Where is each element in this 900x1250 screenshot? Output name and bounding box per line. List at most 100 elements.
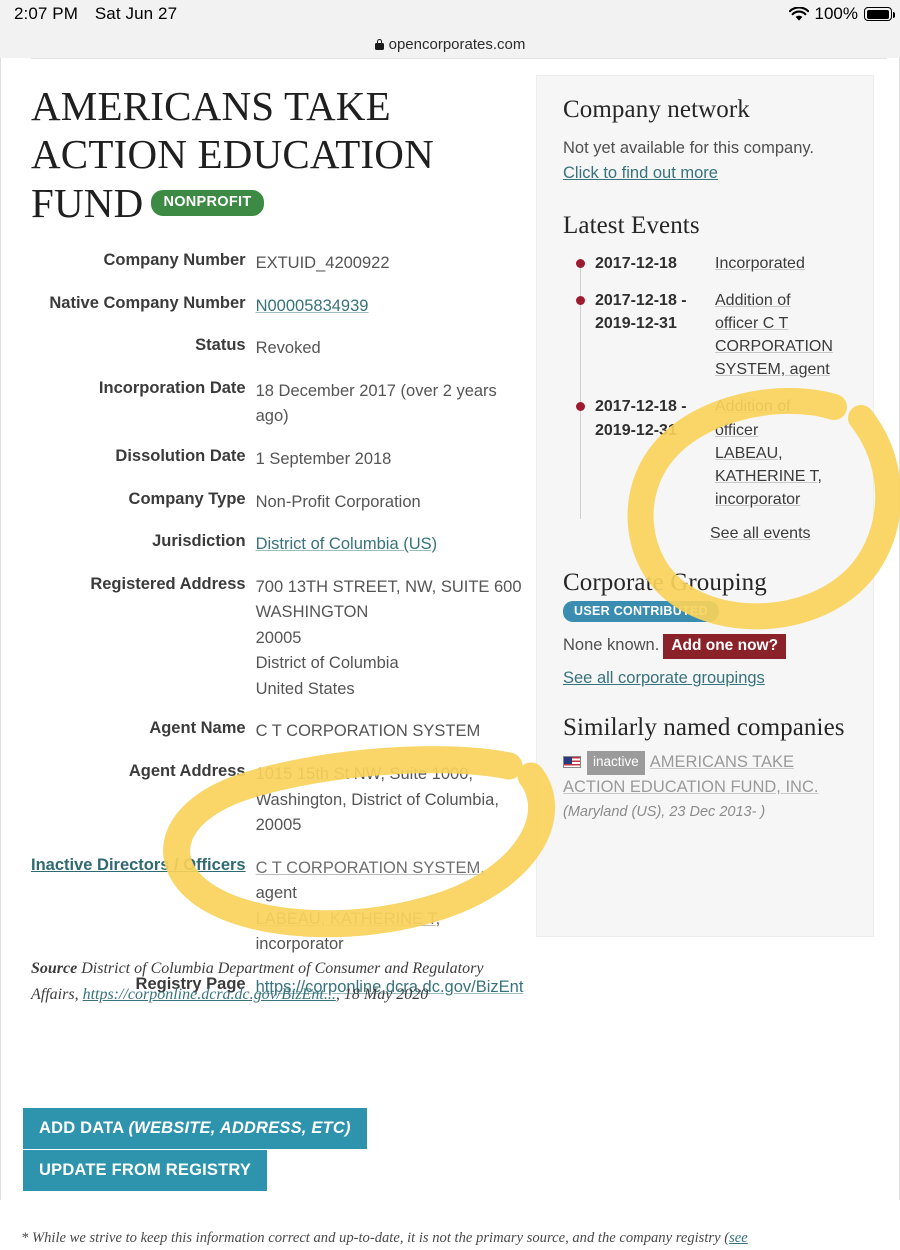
battery-percent-label: 100% (814, 4, 858, 23)
company-network-heading: Company network (563, 96, 750, 123)
attribute-value-link[interactable]: District of Columbia (US) (256, 535, 438, 553)
us-flag-icon (563, 756, 581, 769)
attribute-value: EXTUID_4200922 (255, 254, 390, 273)
event-item: 2017-12-18 - 2019-12-31 Addition of offic… (563, 395, 851, 511)
web-page: AMERICANS TAKE ACTION EDUCATION FUND NONP… (0, 58, 900, 1246)
latest-events-list: 2017-12-18 Incorporated 2017-12-18 - 2019-… (563, 252, 851, 544)
battery-full-icon (864, 7, 895, 21)
lock-icon (374, 38, 384, 50)
attribute-value: 700 13TH STREET, NW, SUITE 600 WASHINGTON… (255, 577, 522, 698)
attribute-row: Native Company Number N00005834939 (31, 294, 523, 337)
add-data-button[interactable]: ADD DATA (WEBSITE, ADDRESS, ETC) (23, 1108, 367, 1149)
sidebar-panel: Company network Not yet available for th… (536, 75, 874, 937)
attribute-label: Jurisdiction (152, 532, 246, 551)
attribute-value: C T CORPORATION SYSTEM (255, 722, 481, 741)
event-dot-icon (576, 402, 585, 412)
user-contributed-badge: USER CONTRIBUTED (563, 601, 719, 623)
attribute-value[interactable]: District of Columbia (US) (256, 532, 524, 575)
event-date: 2017-12-18 - 2019-12-31 (595, 398, 687, 439)
event-item: 2017-12-18 Incorporated (563, 252, 851, 275)
event-date: 2017-12-18 - 2019-12-31 (595, 291, 687, 332)
footnote-link[interactable]: see (729, 1230, 748, 1246)
attribute-label: Native Company Number (49, 293, 246, 312)
inactive-officers-label-link[interactable]: Inactive Directors / Officers (31, 856, 246, 874)
url-text: opencorporates.com (388, 35, 526, 53)
event-dot-icon (576, 258, 585, 268)
corporate-grouping-heading: Corporate Grouping (563, 569, 767, 597)
officer-name-link[interactable]: LABEAU, KATHERINE T (256, 910, 436, 928)
source-label: Source (31, 960, 78, 977)
attribute-value: Non-Profit Corporation (255, 492, 421, 511)
attribute-value: Revoked (255, 339, 321, 358)
footnote-text: * While we strive to keep this informati… (21, 1230, 730, 1246)
attribute-row: Status Revoked (31, 336, 523, 379)
attribute-value: 18 December 2017 (over 2 years ago) (255, 381, 497, 426)
event-date: 2017-12-18 (595, 254, 677, 272)
attribute-row: Agent Name C T CORPORATION SYSTEM (31, 719, 523, 762)
source-date: 18 May 2020 (343, 985, 429, 1003)
top-divider (31, 58, 887, 59)
event-description[interactable]: Incorporated (715, 252, 830, 275)
browser-url-bar[interactable]: opencorporates.com (0, 30, 900, 58)
see-all-events-link[interactable]: See all events (710, 525, 811, 542)
company-attributes-table: Company Number EXTUID_4200922 Native Compa… (31, 251, 523, 1017)
attribute-label: Agent Address (128, 762, 246, 780)
ios-status-bar: 2:07 PM Sat Jun 27 100% (0, 0, 900, 30)
attribute-row: Dissolution Date 1 September 2018 (31, 447, 523, 490)
attribute-row: Agent Address 1015 15th St NW, Suite 1000… (31, 762, 523, 856)
attribute-row: Incorporation Date 18 December 2017 (over… (31, 379, 523, 447)
events-container: 2017-12-18 Incorporated 2017-12-18 - 2019-… (563, 252, 851, 512)
attribute-row: Registered Address 700 13TH STREET, NW, S… (31, 575, 523, 720)
attribute-label: Company Number (103, 251, 246, 270)
attribute-value-link[interactable]: N00005834939 (256, 297, 369, 315)
find-out-more-link[interactable]: Click to find out more (563, 164, 718, 182)
event-description[interactable]: Addition of officer LABEAU, KATHERINE T,… (715, 395, 830, 511)
company-attributes-body: Company Number EXTUID_4200922 Native Compa… (31, 251, 523, 1017)
add-data-label-italic: (WEBSITE, ADDRESS, ETC) (128, 1119, 351, 1137)
attribute-row: Jurisdiction District of Columbia (US) (31, 532, 523, 575)
officer-role: agent (255, 884, 297, 903)
event-description[interactable]: Addition of officer C T CORPORATION SYST… (715, 289, 833, 382)
add-one-now-button[interactable]: Add one now? (663, 634, 787, 660)
update-from-registry-button[interactable]: UPDATE FROM REGISTRY (23, 1150, 268, 1191)
clock-date: Sat Jun 27 (94, 4, 178, 23)
source-block: Source District of Columbia Department o… (31, 960, 484, 1003)
clock-time: 2:07 PM (14, 4, 79, 23)
see-all-events[interactable]: See all events (710, 525, 851, 543)
event-description-link[interactable]: Incorporated (715, 255, 805, 272)
attribute-value: 1 September 2018 (255, 449, 392, 468)
company-details-column: AMERICANS TAKE ACTION EDUCATION FUND NONP… (31, 82, 523, 1018)
attribute-value: 1015 15th St NW, Suite 1000, Washington,… (255, 765, 499, 835)
latest-events-heading: Latest Events (563, 211, 700, 239)
status-bar-right: 100% (788, 4, 895, 24)
similar-company-item[interactable]: inactive AMERICANS TAKE ACTION EDUCATION … (563, 750, 851, 823)
grouping-none-known-text: None known. (563, 636, 660, 655)
attribute-label: Dissolution Date (115, 446, 246, 465)
wifi-icon (788, 5, 809, 22)
similarly-named-heading: Similarly named companies (563, 714, 845, 742)
event-description-link[interactable]: Addition of officer LABEAU, KATHERINE T,… (715, 398, 822, 508)
company-network-text: Not yet available for this company. Clic… (563, 136, 851, 186)
attribute-row: Company Number EXTUID_4200922 (31, 251, 523, 294)
see-all-groupings[interactable]: See all corporate groupings (563, 669, 851, 688)
attribute-label: Status (195, 336, 246, 355)
footnote: * While we strive to keep this informati… (21, 1228, 887, 1250)
officer-role: incorporator (255, 935, 344, 954)
source-link[interactable]: https://corponline.dcra.dc.gov/BizEnt... (83, 986, 336, 1003)
attribute-label: Company Type (128, 489, 246, 508)
attribute-value[interactable]: N00005834939 (256, 294, 524, 337)
attribute-label: Registered Address (90, 574, 246, 593)
add-data-label: ADD DATA (39, 1119, 129, 1137)
officer-name-link[interactable]: C T CORPORATION SYSTEM (256, 859, 481, 877)
company-network-message: Not yet available for this company. (563, 139, 814, 157)
attribute-label: Incorporation Date (98, 378, 246, 397)
attribute-row: Company Type Non-Profit Corporation (31, 490, 523, 533)
update-from-registry-label: UPDATE FROM REGISTRY (39, 1161, 252, 1179)
see-all-groupings-link[interactable]: See all corporate groupings (563, 669, 765, 687)
status-badge-nonprofit: NONPROFIT (151, 189, 264, 216)
similar-company-meta: (Maryland (US), 23 Dec 2013- ) (563, 803, 766, 820)
event-description-link[interactable]: Addition of officer C T CORPORATION SYST… (715, 292, 833, 379)
status-bar-left: 2:07 PM Sat Jun 27 (14, 4, 177, 24)
event-dot-icon (576, 295, 585, 305)
attribute-label: Agent Name (149, 719, 246, 738)
